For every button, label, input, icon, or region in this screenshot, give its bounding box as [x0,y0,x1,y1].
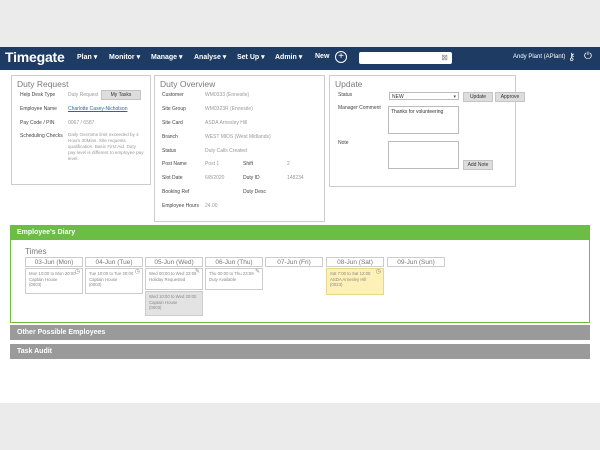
manager-comment-label: Manager Comment [338,105,381,111]
chevron-down-icon: ▾ [453,94,456,100]
card-code: (0003) [149,305,162,311]
pay-code-value: 0067 / 6587 [68,120,95,126]
clock-icon: ◷ [74,269,80,275]
employee-hours-value: 24.00 [205,203,218,209]
update-status-label: Status [338,92,353,98]
day-header-fri: 07-Jun (Fri) [265,257,323,267]
branch-value: WEST MIDS (West Midlands) [205,134,271,140]
status-label: Status [162,148,177,154]
status-select-value: NEW [392,94,404,100]
site-group-value: WM0323R (Ennesite) [205,106,253,112]
other-possible-employees-header[interactable]: Other Possible Employees [10,325,590,340]
times-label: Times [25,247,47,256]
note-textarea[interactable] [388,141,459,169]
diary-card[interactable]: Tue 10:00 to Tue 20:00 Captain House (00… [85,268,143,294]
card-code: (0023) [330,282,343,288]
diary-card[interactable]: Wed 10:00 to Wed 20:00 Captain House (00… [145,291,203,316]
clear-search-icon[interactable]: ⊠ [441,53,448,62]
card-time: Tue 10:00 to Tue 20:00 [89,271,134,276]
card-code: (0003) [89,282,102,288]
day-header-sat: 08-Jun (Sat) [326,257,384,267]
search-input[interactable]: ⊠ [359,52,452,64]
help-desk-type-value: Duty Request [68,92,99,98]
slot-date-label: Slot Date [162,175,183,181]
day-header-mon: 03-Jun (Mon) [25,257,83,267]
branch-label: Branch [162,134,178,140]
employee-diary-header[interactable]: Employee's Diary [10,225,590,240]
duty-request-title: Duty Request [17,79,69,89]
add-note-button[interactable]: Add Note [463,160,493,170]
status-select[interactable]: NEW ▾ [389,92,459,100]
duty-overview-title: Duty Overview [160,79,216,89]
employee-name-label: Employee Name [20,106,57,112]
card-code: (0003) [29,282,42,288]
scheduling-checks-value: Daily Overtime limit exceeded by 4 Hours… [68,132,144,161]
nav-admin[interactable]: Admin ▾ [275,53,302,61]
power-icon[interactable]: ⏻ [584,51,592,62]
booking-ref-label: Booking Ref [162,189,190,195]
add-icon[interactable]: + [335,51,347,63]
slot-date-value: 6/8/2020 [205,175,225,181]
customer-value: WM0333 (Ennesite) [205,92,250,98]
help-desk-type-label: Help Desk Type [20,92,56,98]
nav-plan[interactable]: Plan ▾ [77,53,97,61]
nav-analyse[interactable]: Analyse ▾ [194,53,226,61]
clock-icon: ◷ [375,269,381,275]
post-name-value: Post 1 [205,161,220,167]
nav-manage[interactable]: Manage ▾ [151,53,183,61]
diary-card[interactable]: Sat 7:00 to Sat 12:00 ASDA Arnesley Hill… [326,268,384,295]
duty-id-value: 148234 [287,175,304,181]
duty-id-label: Duty ID [243,175,260,181]
approve-button[interactable]: Approve [495,92,525,102]
diary-card[interactable]: Wed 00:00 to Wed 23:59 Holiday Requested… [145,268,203,290]
day-header-tue: 04-Jun (Tue) [85,257,143,267]
nav-new[interactable]: New [315,53,329,60]
day-header-thu: 06-Jun (Thu) [205,257,263,267]
card-time: Mon 10:00 to Mon 20:00 [29,271,76,276]
diary-card[interactable]: Mon 10:00 to Mon 20:00 Captain House (00… [25,268,83,294]
edit-icon: ✎ [254,269,260,275]
task-audit-header[interactable]: Task Audit [10,344,590,359]
card-site: Holiday Requested [149,276,186,282]
update-button[interactable]: Update [463,92,493,102]
edit-icon: ✎ [194,269,200,275]
status-value: Duty Calls Created [205,148,247,154]
employee-hours-label: Employee Hours [162,203,199,209]
my-tasks-button[interactable]: My Tasks [101,90,141,100]
timegate-logo[interactable]: Timegate [5,49,65,65]
day-header-sun: 09-Jun (Sun) [387,257,445,267]
site-card-value: ASDA Arnesley Hill [205,120,248,126]
pay-code-label: Pay Code / PIN [20,120,55,126]
employee-name-link[interactable]: Charlotte Casey-Nicholson [68,106,127,112]
manager-comment-textarea[interactable]: Thanks for volunteering [388,106,459,134]
site-group-label: Site Group [162,106,186,112]
note-label: Note [338,140,349,146]
user-name[interactable]: Andy Plant (APlant) [513,54,565,60]
scheduling-checks-label: Scheduling Checks [20,133,63,139]
clock-icon: ◷ [134,269,140,275]
duty-desc-label: Duty Desc [243,189,267,195]
shift-label: Shift [243,161,254,167]
nav-monitor[interactable]: Monitor ▾ [109,53,140,61]
site-card-label: Site Card [162,120,183,126]
card-time: Wed 10:00 to Wed 20:00 [149,294,197,299]
diary-card[interactable]: Thu 00:00 to Thu 23:59 Duty Available ✎ [205,268,263,290]
card-time: Thu 00:00 to Thu 23:59 [209,271,254,276]
key-icon[interactable]: ⚷ [568,52,575,63]
card-time: Wed 00:00 to Wed 23:59 [149,271,197,276]
post-name-label: Post Name [162,161,187,167]
customer-label: Customer [162,92,184,98]
shift-value: 2 [287,161,290,167]
update-title: Update [335,79,363,89]
nav-setup[interactable]: Set Up ▾ [237,53,265,61]
top-navigation-bar: Timegate Plan ▾ Monitor ▾ Manage ▾ Analy… [0,47,600,70]
card-site: Duty Available [209,276,237,282]
day-header-wed: 05-Jun (Wed) [145,257,203,267]
